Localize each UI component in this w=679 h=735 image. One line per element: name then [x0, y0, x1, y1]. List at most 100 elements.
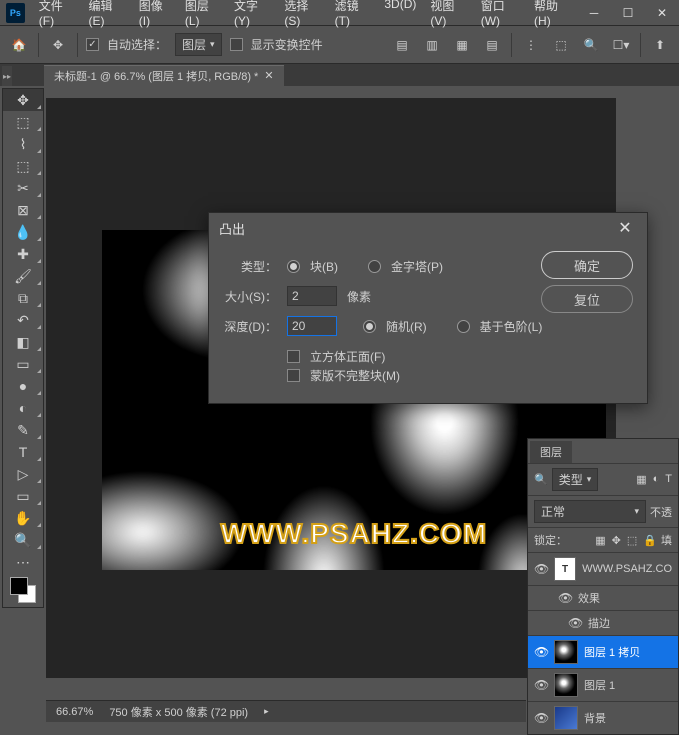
align-center-icon[interactable]: ▥ — [421, 34, 443, 56]
distribute-icon[interactable]: ⋮ — [520, 34, 542, 56]
opacity-label: 不透 — [650, 504, 672, 520]
depth-input[interactable] — [287, 316, 337, 336]
lock-label: 锁定： — [534, 532, 567, 548]
layer-kind-dropdown[interactable]: 类型 ▾ — [552, 468, 599, 491]
visibility-icon[interactable]: 👁 — [534, 678, 548, 692]
depth-level-radio[interactable] — [457, 320, 470, 333]
close-button[interactable]: ✕ — [645, 0, 679, 26]
menu-edit[interactable]: 编辑(E) — [82, 0, 130, 30]
layer-item[interactable]: 👁 图层 1 拷贝 — [528, 635, 678, 668]
layer-effect[interactable]: 👁 效果 — [528, 585, 678, 610]
visibility-icon[interactable]: 👁 — [534, 645, 548, 659]
share-icon[interactable]: ⬆ — [649, 34, 671, 56]
pen-tool[interactable]: ✎ — [3, 419, 43, 441]
visibility-icon[interactable]: 👁 — [534, 711, 548, 725]
auto-select-checkbox[interactable]: ✓ — [86, 38, 99, 51]
panel-expand-handle[interactable]: ▸▸ — [2, 66, 12, 86]
zoom-level[interactable]: 66.67% — [56, 706, 93, 718]
layer-dropdown[interactable]: 图层 ▾ — [175, 33, 222, 56]
mask-incomplete-checkbox[interactable] — [287, 369, 300, 382]
filter-type-icon[interactable]: T — [665, 473, 672, 486]
filter-pixel-icon[interactable]: ▦ — [636, 473, 646, 486]
eraser-tool[interactable]: ◧ — [3, 331, 43, 353]
type-tool[interactable]: T — [3, 441, 43, 463]
menu-image[interactable]: 图像(I) — [133, 0, 177, 30]
auto-select-label: 自动选择： — [107, 36, 167, 53]
3d-mode-icon[interactable]: ⬚ — [550, 34, 572, 56]
show-transform-label: 显示变换控件 — [251, 36, 323, 53]
menu-layer[interactable]: 图层(L) — [179, 0, 226, 30]
frame-tool[interactable]: ⊠ — [3, 199, 43, 221]
stamp-tool[interactable]: ⧉ — [3, 287, 43, 309]
crop-tool[interactable]: ✂ — [3, 177, 43, 199]
history-brush-tool[interactable]: ↶ — [3, 309, 43, 331]
lock-pixels-icon[interactable]: ▦ — [595, 534, 605, 547]
document-tab[interactable]: 未标题-1 @ 66.7% (图层 1 拷贝, RGB/8) * ✕ — [44, 65, 284, 86]
hand-tool[interactable]: ✋ — [3, 507, 43, 529]
doc-info-chevron[interactable]: ▸ — [264, 706, 269, 717]
visibility-icon[interactable]: 👁 — [558, 591, 572, 605]
menu-file[interactable]: 文件(F) — [33, 0, 81, 30]
zoom-tool[interactable]: 🔍 — [3, 529, 43, 551]
dodge-tool[interactable]: ◐ — [3, 397, 43, 419]
visibility-icon[interactable]: 👁 — [534, 562, 548, 576]
show-transform-checkbox[interactable] — [230, 38, 243, 51]
type-pyramid-label: 金字塔(P) — [391, 258, 443, 275]
marquee-tool[interactable]: ⬚ — [3, 111, 43, 133]
edit-toolbar[interactable]: ⋯ — [3, 551, 43, 573]
menu-view[interactable]: 视图(V) — [424, 0, 472, 30]
layer-item[interactable]: 👁 T WWW.PSAHZ.CO — [528, 552, 678, 585]
filter-adjust-icon[interactable]: ◐ — [653, 473, 660, 486]
gradient-tool[interactable]: ▭ — [3, 353, 43, 375]
foreground-swatch[interactable] — [10, 577, 28, 595]
align-top-icon[interactable]: ▤ — [481, 34, 503, 56]
layer-effect-stroke[interactable]: 👁 描边 — [528, 610, 678, 635]
solid-front-checkbox[interactable] — [287, 350, 300, 363]
depth-random-radio[interactable] — [363, 320, 376, 333]
home-icon[interactable]: 🏠 — [8, 34, 30, 56]
move-tool[interactable]: ✥ — [3, 89, 43, 111]
layer-item[interactable]: 👁 背景 — [528, 701, 678, 734]
dialog-close-icon[interactable]: ✕ — [613, 216, 637, 240]
reset-button[interactable]: 复位 — [541, 285, 633, 313]
blend-mode-dropdown[interactable]: 正常 ▾ — [534, 500, 646, 523]
layers-panel: 图层 🔍 类型 ▾ ▦ ◐ T 正常 ▾ 不透 锁定： ▦ ✥ ⬚ 🔒 填 👁 … — [527, 438, 679, 735]
brush-tool[interactable]: 🖌 — [3, 265, 43, 287]
align-left-icon[interactable]: ▤ — [391, 34, 413, 56]
rectangle-tool[interactable]: ▭ — [3, 485, 43, 507]
menu-type[interactable]: 文字(Y) — [228, 0, 276, 30]
search-icon[interactable]: 🔍 — [580, 34, 602, 56]
lock-position-icon[interactable]: ✥ — [612, 534, 621, 547]
maximize-button[interactable]: ☐ — [611, 0, 645, 26]
lock-artboard-icon[interactable]: ⬚ — [627, 534, 637, 547]
blur-tool[interactable]: ● — [3, 375, 43, 397]
move-tool-icon[interactable]: ✥ — [47, 34, 69, 56]
align-right-icon[interactable]: ▦ — [451, 34, 473, 56]
size-input[interactable] — [287, 286, 337, 306]
minimize-button[interactable]: ─ — [577, 0, 611, 26]
healing-tool[interactable]: ✚ — [3, 243, 43, 265]
ok-button[interactable]: 确定 — [541, 251, 633, 279]
layer-item[interactable]: 👁 图层 1 — [528, 668, 678, 701]
menu-window[interactable]: 窗口(W) — [475, 0, 526, 30]
layers-tab[interactable]: 图层 — [530, 441, 572, 463]
type-block-radio[interactable] — [287, 260, 300, 273]
extrude-dialog: 凸出 ✕ 确定 复位 类型： 块(B) 金字塔(P) 大小(S)： 像素 深度(… — [208, 212, 648, 404]
depth-level-label: 基于色阶(L) — [480, 318, 543, 335]
path-select-tool[interactable]: ▷ — [3, 463, 43, 485]
color-swatches[interactable] — [10, 577, 36, 603]
lasso-tool[interactable]: ⌇ — [3, 133, 43, 155]
visibility-icon[interactable]: 👁 — [568, 616, 582, 630]
quick-select-tool[interactable]: ⬚ — [3, 155, 43, 177]
menu-select[interactable]: 选择(S) — [278, 0, 326, 30]
doc-info: 750 像素 x 500 像素 (72 ppi) — [109, 704, 248, 720]
menu-help[interactable]: 帮助(H) — [528, 0, 577, 30]
solid-front-label: 立方体正面(F) — [310, 348, 385, 365]
close-tab-icon[interactable]: ✕ — [264, 69, 273, 82]
lock-all-icon[interactable]: 🔒 — [643, 534, 657, 547]
menu-3d[interactable]: 3D(D) — [378, 0, 422, 30]
eyedropper-tool[interactable]: 💧 — [3, 221, 43, 243]
type-pyramid-radio[interactable] — [368, 260, 381, 273]
menu-filter[interactable]: 滤镜(T) — [329, 0, 377, 30]
workspace-icon[interactable]: ☐▾ — [610, 34, 632, 56]
